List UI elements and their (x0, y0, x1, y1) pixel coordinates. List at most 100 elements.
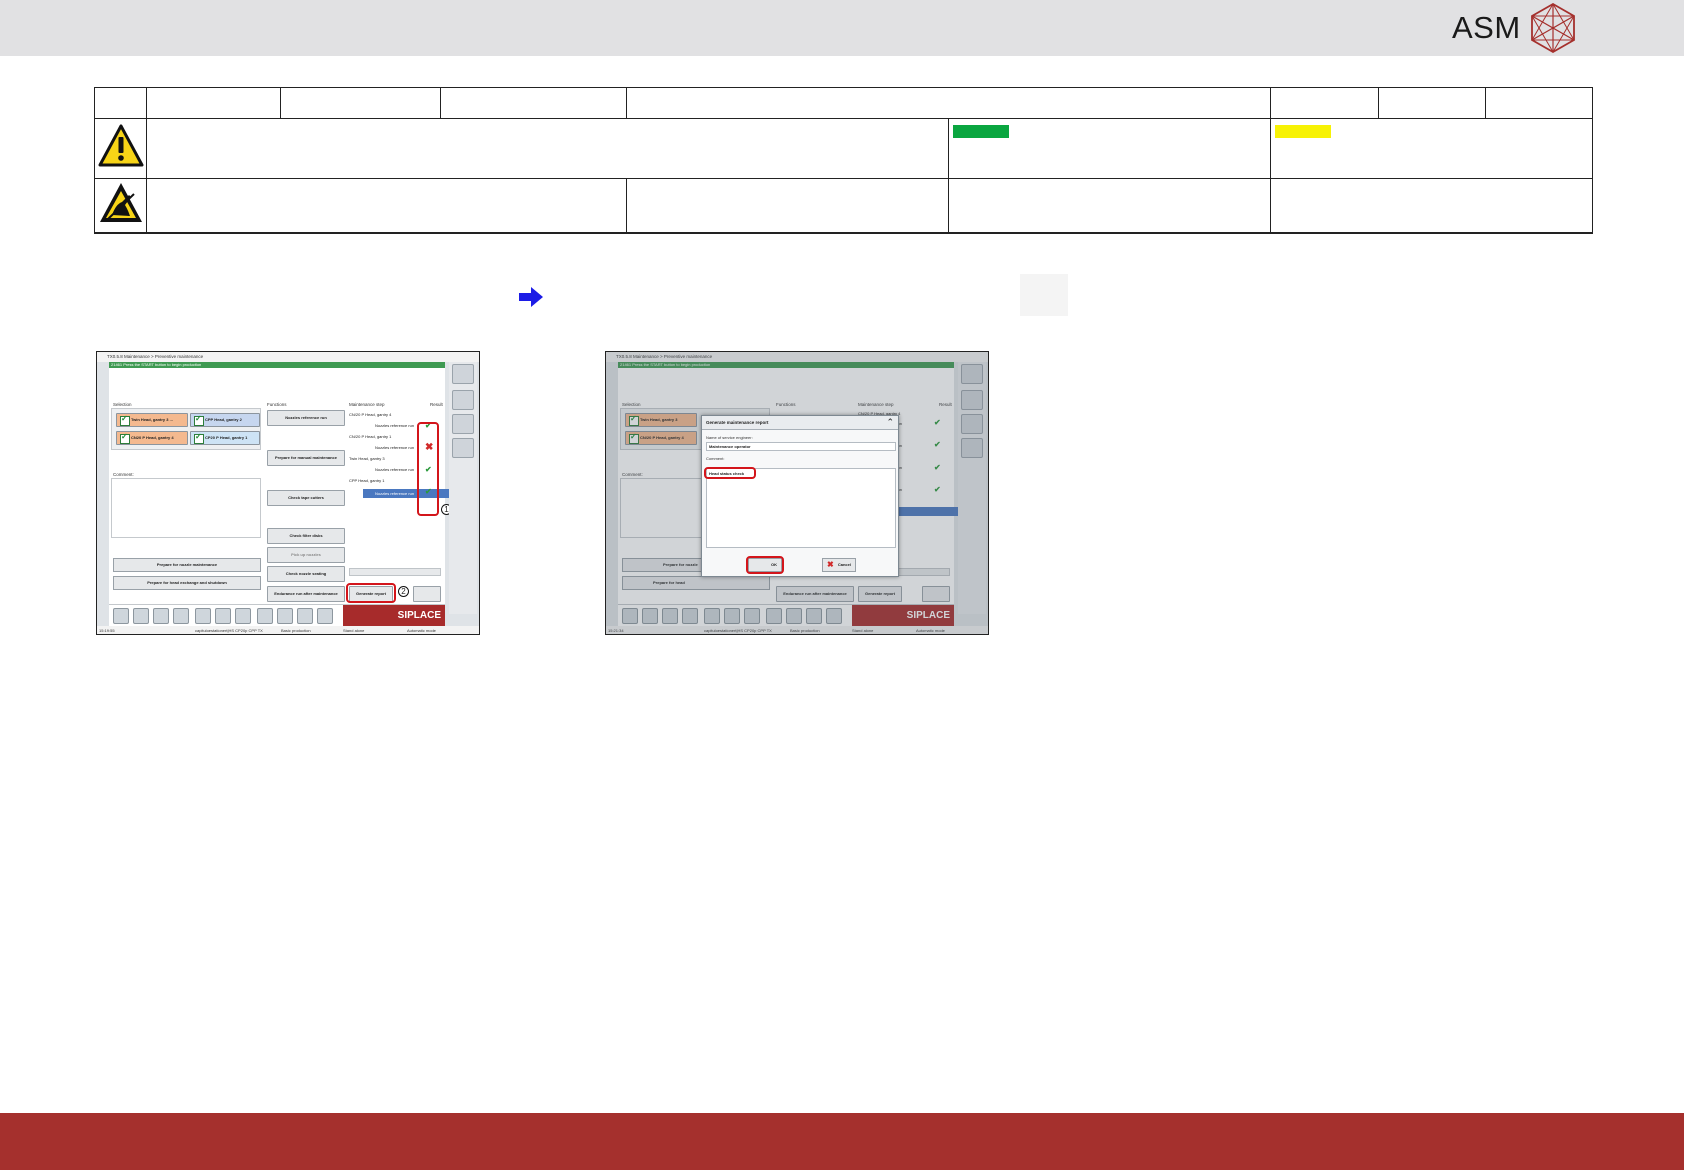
tree-item[interactable]: CPP Head, gantry 1 (349, 478, 385, 483)
check-tape-cutters-button[interactable]: Check tape cutters (267, 490, 345, 506)
status-mode: Stand alone (343, 628, 365, 633)
doc-cell (948, 178, 1271, 234)
yellow-status-swatch (1275, 125, 1331, 138)
esd-text-cell (146, 178, 627, 234)
tree-item[interactable]: Nozzles reference run (363, 467, 414, 472)
green-status-swatch (953, 125, 1009, 138)
cancel-x-icon: ✖ (827, 560, 834, 569)
result-header: Result (430, 402, 443, 407)
horizontal-scrollbar[interactable] (349, 568, 441, 576)
dialog-title: Generate maintenance report (702, 416, 898, 430)
ok-highlight (746, 556, 784, 574)
tree-item[interactable]: Twin Head, gantry 3 (349, 456, 385, 461)
doc-cell (146, 87, 281, 119)
nozzles-reference-run-button[interactable]: Nozzles reference run (267, 410, 345, 426)
status-station: capituloestationert|HS CP20p CPP TX (195, 628, 263, 633)
window-title: TX0.5.8 Maintenance > Preventive mainten… (97, 352, 479, 362)
asm-logo-icon (1530, 2, 1575, 54)
status-time: 15:19:55 (99, 628, 115, 633)
cancel-button[interactable]: ✖ Cancel (822, 558, 856, 572)
doc-cell (440, 87, 627, 119)
collapse-icon[interactable]: ⌃ (886, 418, 894, 427)
tree-item[interactable]: Nozzles reference run (363, 445, 414, 450)
status-mode: Automatic mode (407, 628, 436, 633)
check-nozzle-seating-button[interactable]: Check nozzle seating (267, 566, 345, 582)
callout-2: 2 (398, 586, 409, 597)
doc-cell (626, 87, 1271, 119)
tree-header: Maintenance step (349, 402, 385, 407)
dialog-comment-label: Comment: (706, 456, 725, 461)
header-band (0, 0, 1684, 56)
engineer-label: Name of service engineer: (706, 435, 753, 440)
check-filter-disks-button[interactable]: Check filter disks (267, 528, 345, 544)
comment-input[interactable] (111, 478, 261, 538)
maintenance-screenshot-1: TX0.5.8 Maintenance > Preventive mainten… (96, 351, 480, 635)
select-twin-head-gantry3[interactable]: Twin Head, gantry 3 ... (116, 413, 188, 427)
right-arrow-icon (519, 287, 543, 307)
doc-cell (94, 87, 147, 119)
dialog-comment-input[interactable]: Head status check (706, 468, 896, 548)
warning-icon-cell (94, 118, 147, 179)
toolbar-icon[interactable] (173, 608, 189, 624)
status-bar: 15:19:55 capituloestationert|HS CP20p CP… (97, 626, 479, 634)
comment-label: Comment: (113, 472, 134, 477)
main-area: Selection Twin Head, gantry 3 ... CPP He… (109, 368, 453, 616)
toolbar-icon[interactable] (195, 608, 211, 624)
toolbar-icon[interactable] (277, 608, 293, 624)
tree-item-selected[interactable]: Nozzles reference run (363, 489, 453, 498)
generate-report-highlight (346, 583, 396, 603)
tools-button[interactable] (413, 586, 441, 602)
engineer-input[interactable]: Maintenance operator (706, 442, 896, 451)
doc-cell (1485, 87, 1593, 119)
warning-row (94, 118, 1593, 179)
select-cpp-head-gantry2[interactable]: CPP Head, gantry 2 (190, 413, 260, 427)
select-cp20-head-gantry1[interactable]: CP20 P Head, gantry 1 (190, 431, 260, 445)
toolbar-icon[interactable] (297, 608, 313, 624)
side-button-2[interactable] (452, 390, 474, 410)
side-button-4[interactable] (452, 438, 474, 458)
footer-band (0, 1113, 1684, 1170)
cancel-label: Cancel (837, 562, 851, 567)
toolbar-icon[interactable] (317, 608, 333, 624)
page: ASM TX0.5.8 Maintenance > Preventive mai… (0, 0, 1684, 1170)
side-button-3[interactable] (452, 414, 474, 434)
generate-report-dialog: Generate maintenance report ⌃ Name of se… (701, 415, 899, 577)
prepare-head-exchange-button[interactable]: Prepare for head exchange and shutdown (113, 576, 261, 590)
comment-highlight (704, 467, 756, 479)
green-status-cell (948, 118, 1271, 179)
functions-label: Functions (267, 402, 287, 407)
doc-cell (1270, 87, 1379, 119)
siplace-brand-bar: SIPLACE (343, 605, 445, 627)
toolbar-icon[interactable] (153, 608, 169, 624)
toolbar-icon[interactable] (257, 608, 273, 624)
warning-triangle-icon (98, 124, 143, 167)
maintenance-screenshot-2: TX0.5.8 Maintenance > Preventive mainten… (605, 351, 989, 635)
toolbar-icon[interactable] (133, 608, 149, 624)
pick-up-nozzles-button[interactable]: Pick up nozzles (267, 547, 345, 563)
tree-item[interactable]: CN/20 P Head, gantry 1 (349, 434, 391, 439)
bottom-toolbar: SIPLACE (109, 604, 445, 627)
endurance-run-button[interactable]: Endurance run after maintenance (267, 586, 345, 602)
selection-label: Selection (113, 402, 132, 407)
esd-icon-cell (94, 178, 147, 234)
prepare-nozzle-maintenance-button[interactable]: Prepare for nozzle maintenance (113, 558, 261, 572)
toolbar-icon[interactable] (113, 608, 129, 624)
toolbar-icon[interactable] (215, 608, 231, 624)
side-toolbar (449, 362, 477, 614)
doc-cell (1270, 178, 1593, 234)
prepare-manual-maintenance-button[interactable]: Prepare for manual maintenance (267, 450, 345, 466)
doc-header-row (94, 87, 1593, 119)
doc-cell (280, 87, 441, 119)
esd-row (94, 178, 1593, 234)
warning-text-cell (146, 118, 949, 179)
tree-item[interactable]: Nozzles reference run (363, 423, 414, 428)
doc-header-table (94, 87, 1593, 234)
side-button-1[interactable] (452, 364, 474, 384)
toolbar-icon[interactable] (235, 608, 251, 624)
doc-cell (1378, 87, 1486, 119)
tree-item[interactable]: CN/20 P Head, gantry 4 (349, 412, 391, 417)
status-mode: Basic production (281, 628, 311, 633)
select-cn20-head-gantry4[interactable]: CN20 P Head, gantry 4 (116, 431, 188, 445)
yellow-status-cell (1270, 118, 1593, 179)
esd-warning-icon (99, 183, 142, 222)
